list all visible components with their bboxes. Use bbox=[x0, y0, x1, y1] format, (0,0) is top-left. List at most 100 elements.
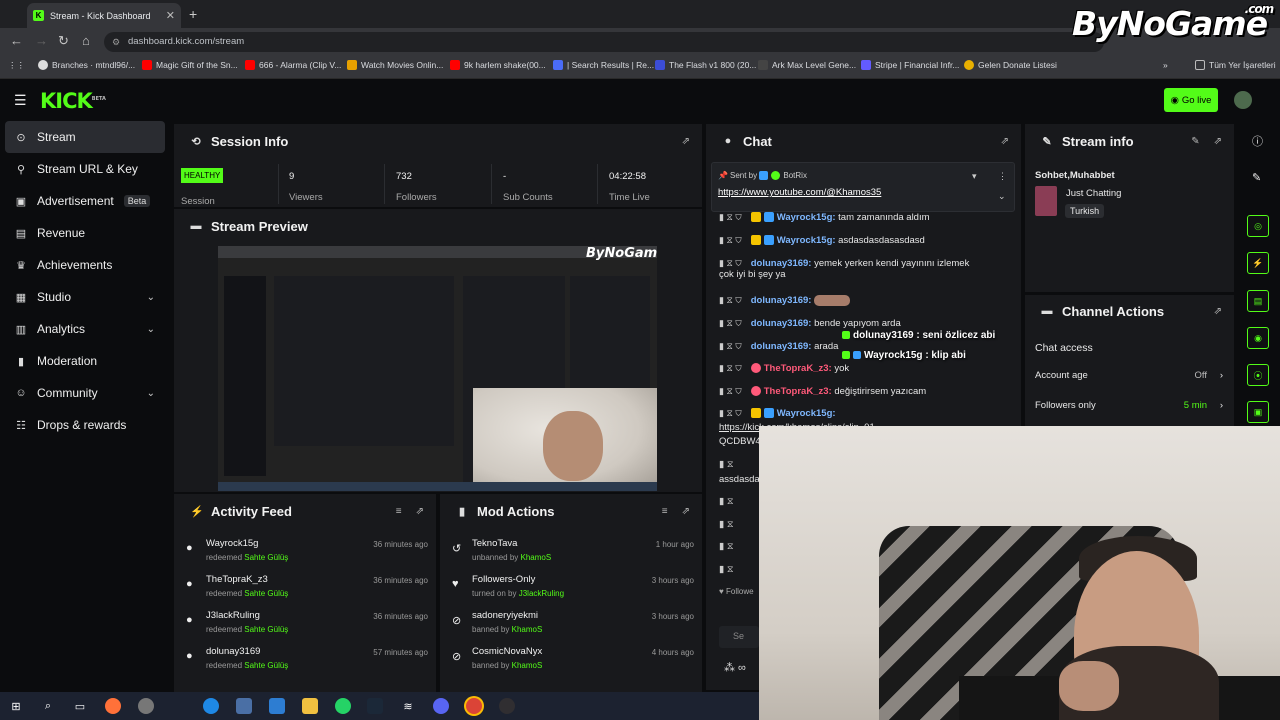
kick-logo[interactable]: KICKBETA bbox=[40, 89, 106, 113]
popout-icon[interactable]: ⇗ bbox=[682, 506, 690, 517]
bookmark-item[interactable]: | Search Results | Re... bbox=[553, 60, 654, 70]
mod-action-item: ♥ Followers-Only turned on by J3lackRuling… bbox=[452, 574, 694, 598]
go-live-button[interactable]: ◉ Go live bbox=[1164, 88, 1218, 112]
heart-icon: ♥ bbox=[719, 587, 726, 596]
drops-icon: ☷ bbox=[16, 419, 26, 432]
sidebar-item-community[interactable]: ☺ Community ⌄ bbox=[5, 377, 165, 409]
popout-icon[interactable]: ⇗ bbox=[682, 136, 690, 147]
chat-partial-text: assdasda bbox=[719, 474, 760, 485]
pinned-by-user: BotRix bbox=[783, 171, 807, 180]
reload-icon[interactable]: ↻ bbox=[58, 33, 69, 49]
home-icon[interactable]: ⌂ bbox=[82, 33, 90, 48]
broadcast-icon: ◉ bbox=[1170, 94, 1179, 106]
popout-icon[interactable]: ⇗ bbox=[416, 506, 424, 517]
menu-icon[interactable]: ☰ bbox=[14, 92, 27, 109]
rail-settings-icon[interactable]: ▣ bbox=[1247, 401, 1269, 423]
apps-icon[interactable]: ⋮⋮ bbox=[8, 60, 25, 71]
whatsapp-icon[interactable] bbox=[335, 698, 351, 714]
filter-icon[interactable]: ≡ bbox=[662, 506, 668, 517]
app-icon[interactable] bbox=[269, 698, 285, 714]
rail-action-icon[interactable]: ◎ bbox=[1247, 215, 1269, 237]
unpin-icon[interactable]: ▾ bbox=[972, 171, 977, 182]
stream-info-panel: ✎ Stream info ✎ ⇗ Sohbet,Muhabbet Just Chat… bbox=[1025, 124, 1234, 292]
chat-message: ▮ ⧖ ⛉ dolunay3169: yemek yerken kendi yay… bbox=[719, 258, 970, 280]
back-icon[interactable]: ← bbox=[10, 33, 23, 48]
more-icon[interactable]: ⋮ bbox=[998, 171, 1007, 182]
user-avatar[interactable] bbox=[1234, 91, 1252, 109]
popout-icon[interactable]: ⇗ bbox=[1214, 306, 1222, 317]
sidebar-item-stream[interactable]: ⊙ Stream bbox=[5, 121, 165, 153]
stream-preview-header: ▬ Stream Preview bbox=[190, 218, 308, 234]
stream-info-header: ✎ Stream info ✎ ⇗ bbox=[1042, 133, 1222, 149]
steam-icon[interactable] bbox=[367, 698, 383, 714]
bookmark-item[interactable]: The Flash v1 800 (20... bbox=[655, 60, 756, 70]
chat-header: ● Chat ⇗ bbox=[706, 124, 1021, 158]
bookmark-item[interactable]: Branches · mtndl96/... bbox=[38, 60, 135, 70]
bookmark-item[interactable]: Magic Gift of the Sn... bbox=[142, 60, 238, 70]
file-explorer-icon[interactable] bbox=[302, 698, 318, 714]
url-input[interactable]: ⚙ dashboard.kick.com/stream bbox=[104, 32, 1104, 52]
redeem-icon: ● bbox=[186, 614, 193, 626]
pinned-link[interactable]: https://www.youtube.com/@Khamos35 bbox=[718, 187, 881, 198]
edge-icon[interactable] bbox=[203, 698, 219, 714]
rail-broadcast-icon[interactable]: ⦿ bbox=[1247, 364, 1269, 386]
more-bookmarks-icon[interactable]: » bbox=[1163, 60, 1168, 70]
redeem-icon: ● bbox=[186, 650, 193, 662]
firefox-icon[interactable] bbox=[105, 698, 121, 714]
bookmark-item[interactable]: 666 - Alarma (Clip V... bbox=[245, 60, 341, 70]
app-icon[interactable] bbox=[138, 698, 154, 714]
rail-bolt-icon[interactable]: ⚡ bbox=[1247, 252, 1269, 274]
account-age-row[interactable]: Account age Off › bbox=[1035, 370, 1225, 381]
activity-item: ● J3lackRuling redeemed Sahte Gülüş 36 minu… bbox=[186, 610, 428, 634]
app-icon[interactable]: ≋ bbox=[400, 698, 416, 714]
broadcast-icon: ⊙ bbox=[16, 131, 26, 144]
chat-settings-icon[interactable]: ⁂ ∞ bbox=[724, 661, 746, 674]
webcam-overlay bbox=[759, 426, 1280, 720]
new-tab-icon[interactable]: + bbox=[189, 6, 197, 22]
chrome-icon[interactable] bbox=[466, 698, 482, 714]
sidebar-item-analytics[interactable]: ▥ Analytics ⌄ bbox=[5, 313, 165, 345]
bookmark-item[interactable]: Stripe | Financial Infr... bbox=[861, 60, 959, 70]
video-icon: ▬ bbox=[190, 220, 202, 232]
filter-icon[interactable]: ≡ bbox=[396, 506, 402, 517]
discord-icon[interactable] bbox=[433, 698, 449, 714]
sidebar-item-moderation[interactable]: ▮ Moderation bbox=[5, 345, 165, 377]
popout-icon[interactable]: ⇗ bbox=[1001, 136, 1009, 147]
kick-favicon-icon: K bbox=[33, 10, 44, 21]
stream-preview-video[interactable]: ByNoGame bbox=[218, 246, 657, 491]
sidebar-item-revenue[interactable]: ▤ Revenue bbox=[5, 217, 165, 249]
sidebar-item-studio[interactable]: ▦ Studio ⌄ bbox=[5, 281, 165, 313]
site-info-icon[interactable]: ⚙ bbox=[112, 32, 120, 52]
forward-icon[interactable]: → bbox=[35, 33, 48, 48]
edit-icon[interactable]: ✎ bbox=[1191, 136, 1199, 147]
sidebar-item-drops-rewards[interactable]: ☷ Drops & rewards bbox=[5, 409, 165, 441]
sidebar-item-stream-url-key[interactable]: ⚲ Stream URL & Key bbox=[5, 153, 165, 185]
task-view-icon[interactable]: ▭ bbox=[72, 698, 88, 714]
obs-icon[interactable] bbox=[499, 698, 515, 714]
search-icon[interactable]: ⌕ bbox=[40, 698, 56, 714]
category-name[interactable]: Just Chatting bbox=[1066, 188, 1121, 199]
chevron-down-icon[interactable]: ⌄ bbox=[998, 191, 1006, 202]
sidebar-item-achievements[interactable]: ♛ Achievements bbox=[5, 249, 165, 281]
bookmark-item[interactable]: Gelen Donate Listesi bbox=[964, 60, 1057, 70]
bookmark-item[interactable]: Ark Max Level Gene... bbox=[758, 60, 856, 70]
sidebar-item-advertisement[interactable]: ▣ Advertisement Beta bbox=[5, 185, 165, 217]
channel-actions-panel: ▬ Channel Actions ⇗ Chat access Account ag… bbox=[1025, 295, 1234, 426]
popout-icon[interactable]: ⇗ bbox=[1214, 136, 1222, 147]
rail-doc-icon[interactable]: ▤ bbox=[1247, 290, 1269, 312]
bookmark-item[interactable]: 9k harlem shake(00... bbox=[450, 60, 546, 70]
close-tab-icon[interactable]: ✕ bbox=[166, 9, 175, 22]
browser-tab[interactable]: K Stream - Kick Dashboard ✕ bbox=[27, 3, 181, 28]
windows-start-icon[interactable]: ⊞ bbox=[8, 698, 24, 714]
all-bookmarks[interactable]: Tüm Yer İşaretleri bbox=[1195, 60, 1276, 70]
info-icon[interactable]: ⓘ bbox=[1252, 133, 1263, 149]
chevron-down-icon: ⌄ bbox=[146, 291, 155, 303]
app-icon[interactable] bbox=[236, 698, 252, 714]
mod-actions-panel: ▮ Mod Actions ≡ ⇗ ↺ TeknoTava unbanned by Kha… bbox=[440, 494, 702, 692]
language-tag: Turkish bbox=[1065, 204, 1105, 218]
edit-icon[interactable]: ✎ bbox=[1252, 171, 1261, 184]
rail-chat-icon[interactable]: ◉ bbox=[1247, 327, 1269, 349]
bookmark-item[interactable]: Watch Movies Onlin... bbox=[347, 60, 443, 70]
chat-input[interactable]: Se bbox=[719, 626, 759, 648]
followers-only-row[interactable]: Followers only 5 min › bbox=[1035, 400, 1225, 411]
